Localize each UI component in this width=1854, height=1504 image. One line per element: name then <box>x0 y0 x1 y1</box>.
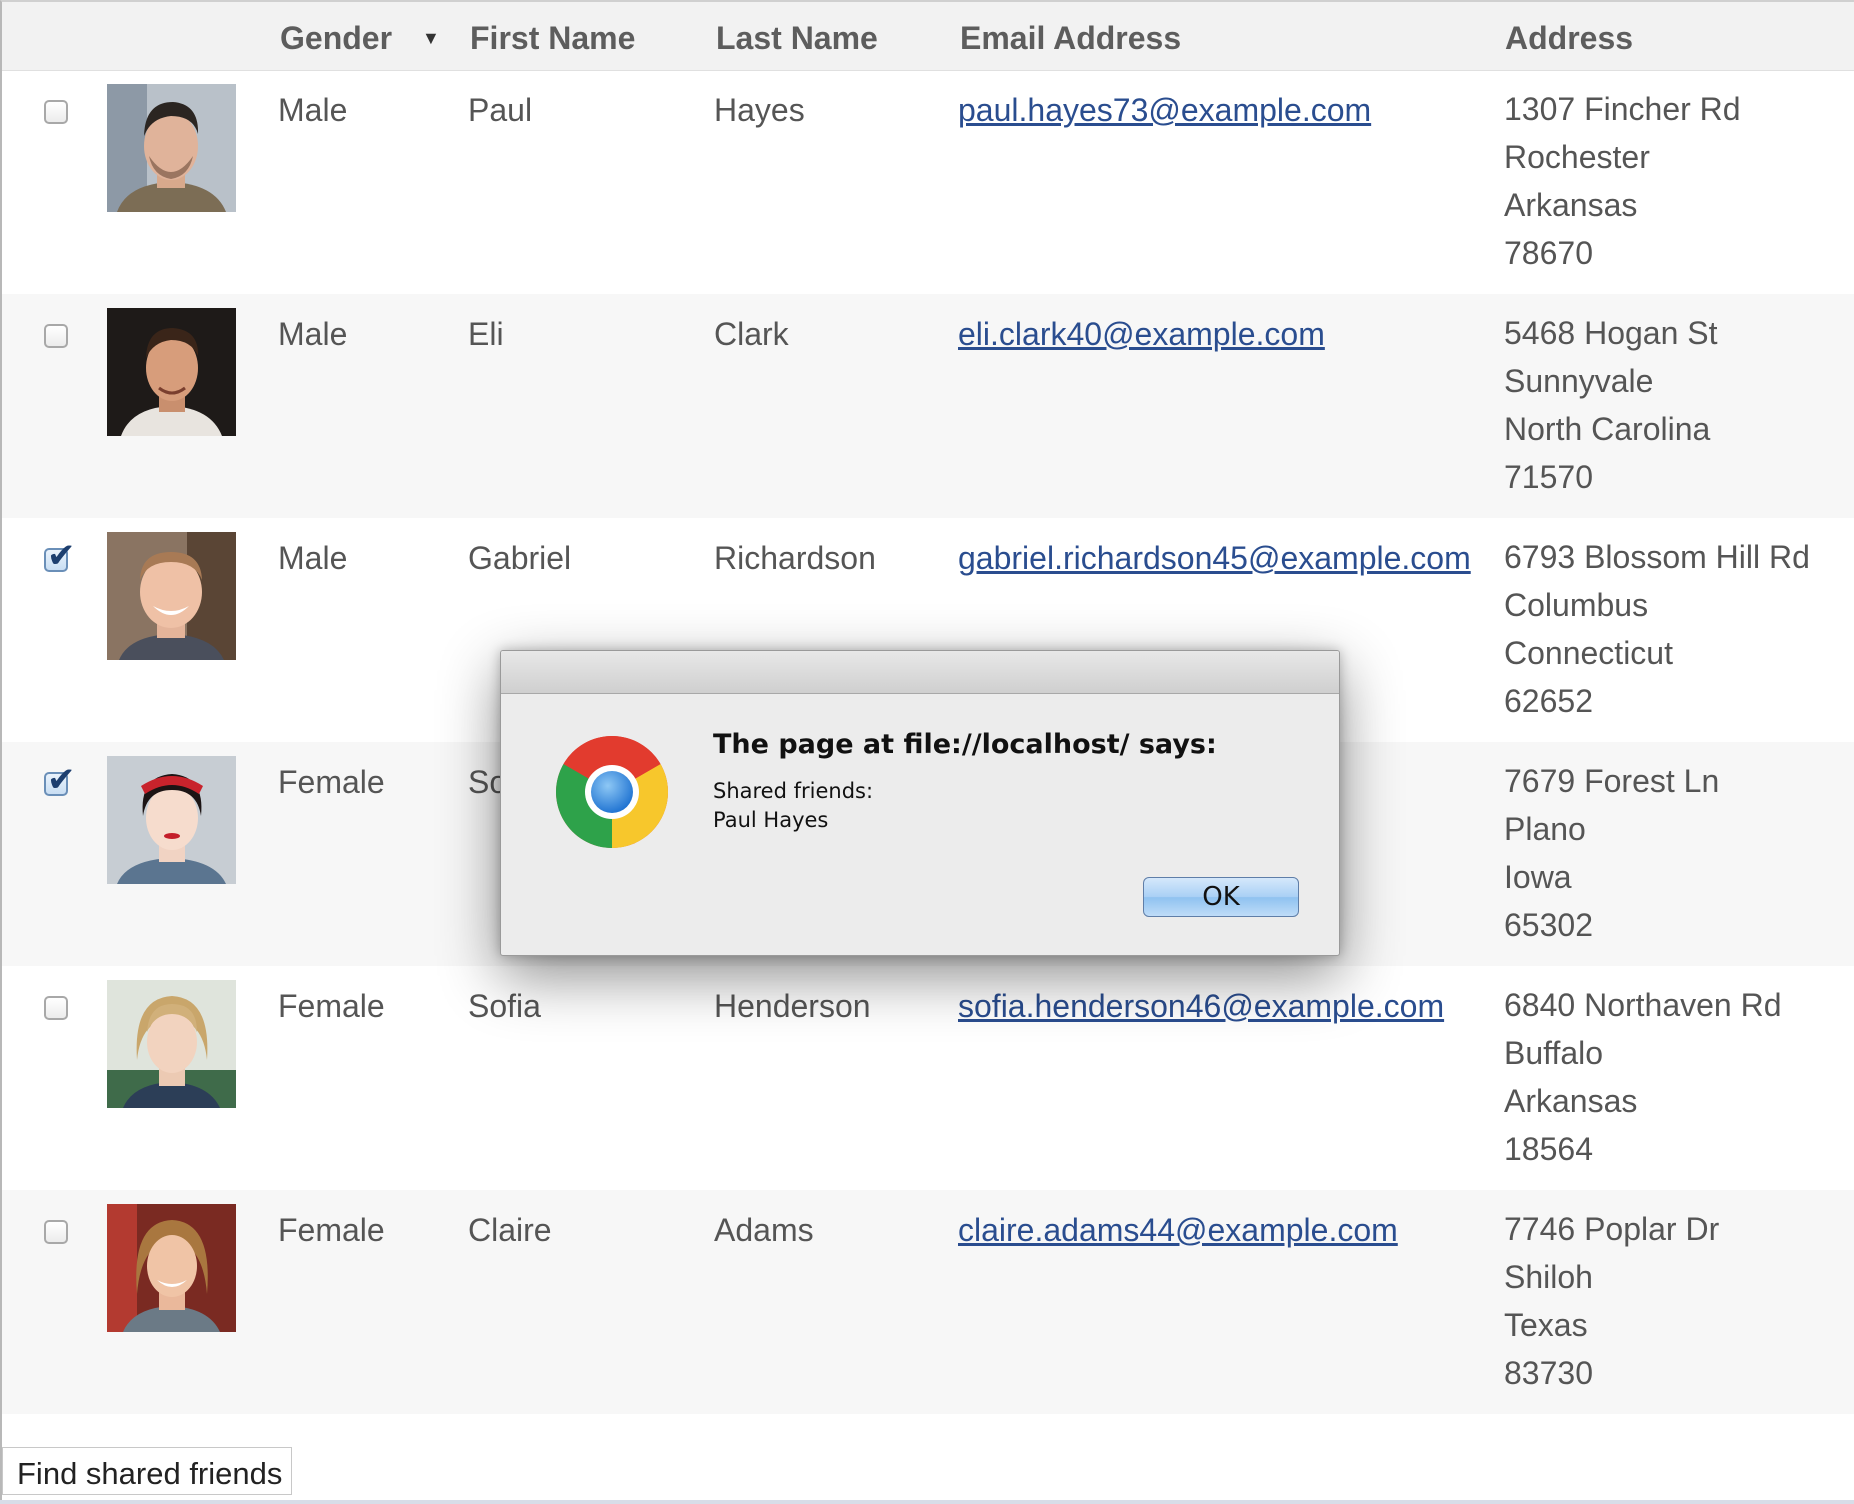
address-street: 7746 Poplar Dr <box>1504 1211 1720 1247</box>
bottom-divider <box>0 1500 1854 1504</box>
row-checkbox[interactable]: ✔ <box>44 763 76 797</box>
column-header-email[interactable]: Email Address <box>960 20 1181 57</box>
gender-cell: Female <box>278 988 385 1024</box>
address-city: Shiloh <box>1504 1259 1593 1295</box>
first-name-cell: Eli <box>468 316 504 352</box>
table-row: Female Sofia Henderson sofia.henderson46… <box>2 966 1854 1190</box>
address-state: Arkansas <box>1504 187 1638 223</box>
alert-dialog: The page at file://localhost/ says: Shar… <box>500 650 1340 956</box>
dialog-message-line: Paul Hayes <box>713 808 829 832</box>
address-street: 7679 Forest Ln <box>1504 763 1720 799</box>
email-link[interactable]: paul.hayes73@example.com <box>958 92 1371 129</box>
address-state: Iowa <box>1504 859 1572 895</box>
gender-cell: Male <box>278 92 348 128</box>
address-cell: 6793 Blossom Hill Rd Columbus Connecticu… <box>1504 533 1810 725</box>
column-header-last-name[interactable]: Last Name <box>716 20 878 57</box>
avatar <box>107 84 236 212</box>
first-name-cell: Gabriel <box>468 540 572 576</box>
address-city: Buffalo <box>1504 1035 1604 1071</box>
avatar <box>107 756 236 884</box>
row-checkbox[interactable] <box>44 100 68 124</box>
dialog-titlebar[interactable] <box>501 651 1339 694</box>
column-header-gender[interactable]: Gender <box>280 20 392 57</box>
gender-cell: Female <box>278 1212 385 1248</box>
table-row: Male Eli Clark eli.clark40@example.com 5… <box>2 294 1854 518</box>
ok-button[interactable]: OK <box>1143 877 1299 917</box>
address-city: Columbus <box>1504 587 1649 623</box>
last-name-cell: Hayes <box>714 92 805 128</box>
email-link[interactable]: gabriel.richardson45@example.com <box>958 540 1471 577</box>
address-state: North Carolina <box>1504 411 1711 447</box>
table-row: Female Claire Adams claire.adams44@examp… <box>2 1190 1854 1414</box>
address-zip: 78670 <box>1504 235 1593 271</box>
column-header-first-name[interactable]: First Name <box>470 20 635 57</box>
address-zip: 18564 <box>1504 1131 1593 1167</box>
first-name-cell: Claire <box>468 1212 552 1248</box>
address-zip: 71570 <box>1504 459 1593 495</box>
chrome-logo-icon <box>554 734 670 855</box>
email-link[interactable]: sofia.henderson46@example.com <box>958 988 1444 1025</box>
address-cell: 6840 Northaven Rd Buffalo Arkansas 18564 <box>1504 981 1782 1173</box>
address-state: Connecticut <box>1504 635 1673 671</box>
email-link[interactable]: eli.clark40@example.com <box>958 316 1325 353</box>
address-street: 5468 Hogan St <box>1504 315 1718 351</box>
row-checkbox[interactable] <box>44 324 68 348</box>
address-zip: 65302 <box>1504 907 1593 943</box>
address-street: 6793 Blossom Hill Rd <box>1504 539 1810 575</box>
row-checkbox[interactable] <box>44 996 68 1020</box>
checkmark-icon: ✔ <box>47 536 76 576</box>
last-name-cell: Henderson <box>714 988 871 1024</box>
address-zip: 62652 <box>1504 683 1593 719</box>
address-city: Rochester <box>1504 139 1650 175</box>
address-cell: 1307 Fincher Rd Rochester Arkansas 78670 <box>1504 85 1741 277</box>
avatar <box>107 980 236 1108</box>
checkmark-icon: ✔ <box>47 760 76 800</box>
row-checkbox[interactable] <box>44 1220 68 1244</box>
gender-cell: Male <box>278 316 348 352</box>
find-shared-friends-button[interactable]: Find shared friends <box>2 1447 292 1495</box>
address-cell: 7679 Forest Ln Plano Iowa 65302 <box>1504 757 1719 949</box>
avatar <box>107 1204 236 1332</box>
address-street: 1307 Fincher Rd <box>1504 91 1741 127</box>
address-city: Sunnyvale <box>1504 363 1654 399</box>
dialog-title: The page at file://localhost/ says: <box>713 729 1217 760</box>
row-checkbox[interactable]: ✔ <box>44 539 76 573</box>
column-header-address[interactable]: Address <box>1505 20 1633 57</box>
gender-cell: Female <box>278 764 385 800</box>
address-state: Arkansas <box>1504 1083 1638 1119</box>
address-state: Texas <box>1504 1307 1588 1343</box>
last-name-cell: Richardson <box>714 540 876 576</box>
first-name-cell: Sofia <box>468 988 541 1024</box>
last-name-cell: Clark <box>714 316 789 352</box>
sort-descending-icon[interactable]: ▼ <box>422 28 440 49</box>
table-row: Male Paul Hayes paul.hayes73@example.com… <box>2 70 1854 294</box>
email-link[interactable]: claire.adams44@example.com <box>958 1212 1398 1249</box>
address-street: 6840 Northaven Rd <box>1504 987 1782 1023</box>
address-city: Plano <box>1504 811 1586 847</box>
first-name-cell: Paul <box>468 92 533 128</box>
avatar <box>107 532 236 660</box>
address-cell: 7746 Poplar Dr Shiloh Texas 83730 <box>1504 1205 1719 1397</box>
dialog-message-line: Shared friends: <box>713 779 874 803</box>
avatar <box>107 308 236 436</box>
gender-cell: Male <box>278 540 348 576</box>
table-header: Gender ▼ First Name Last Name Email Addr… <box>2 2 1854 71</box>
dialog-message: Shared friends: Paul Hayes <box>713 777 873 835</box>
last-name-cell: Adams <box>714 1212 814 1248</box>
address-cell: 5468 Hogan St Sunnyvale North Carolina 7… <box>1504 309 1718 501</box>
address-zip: 83730 <box>1504 1355 1593 1391</box>
